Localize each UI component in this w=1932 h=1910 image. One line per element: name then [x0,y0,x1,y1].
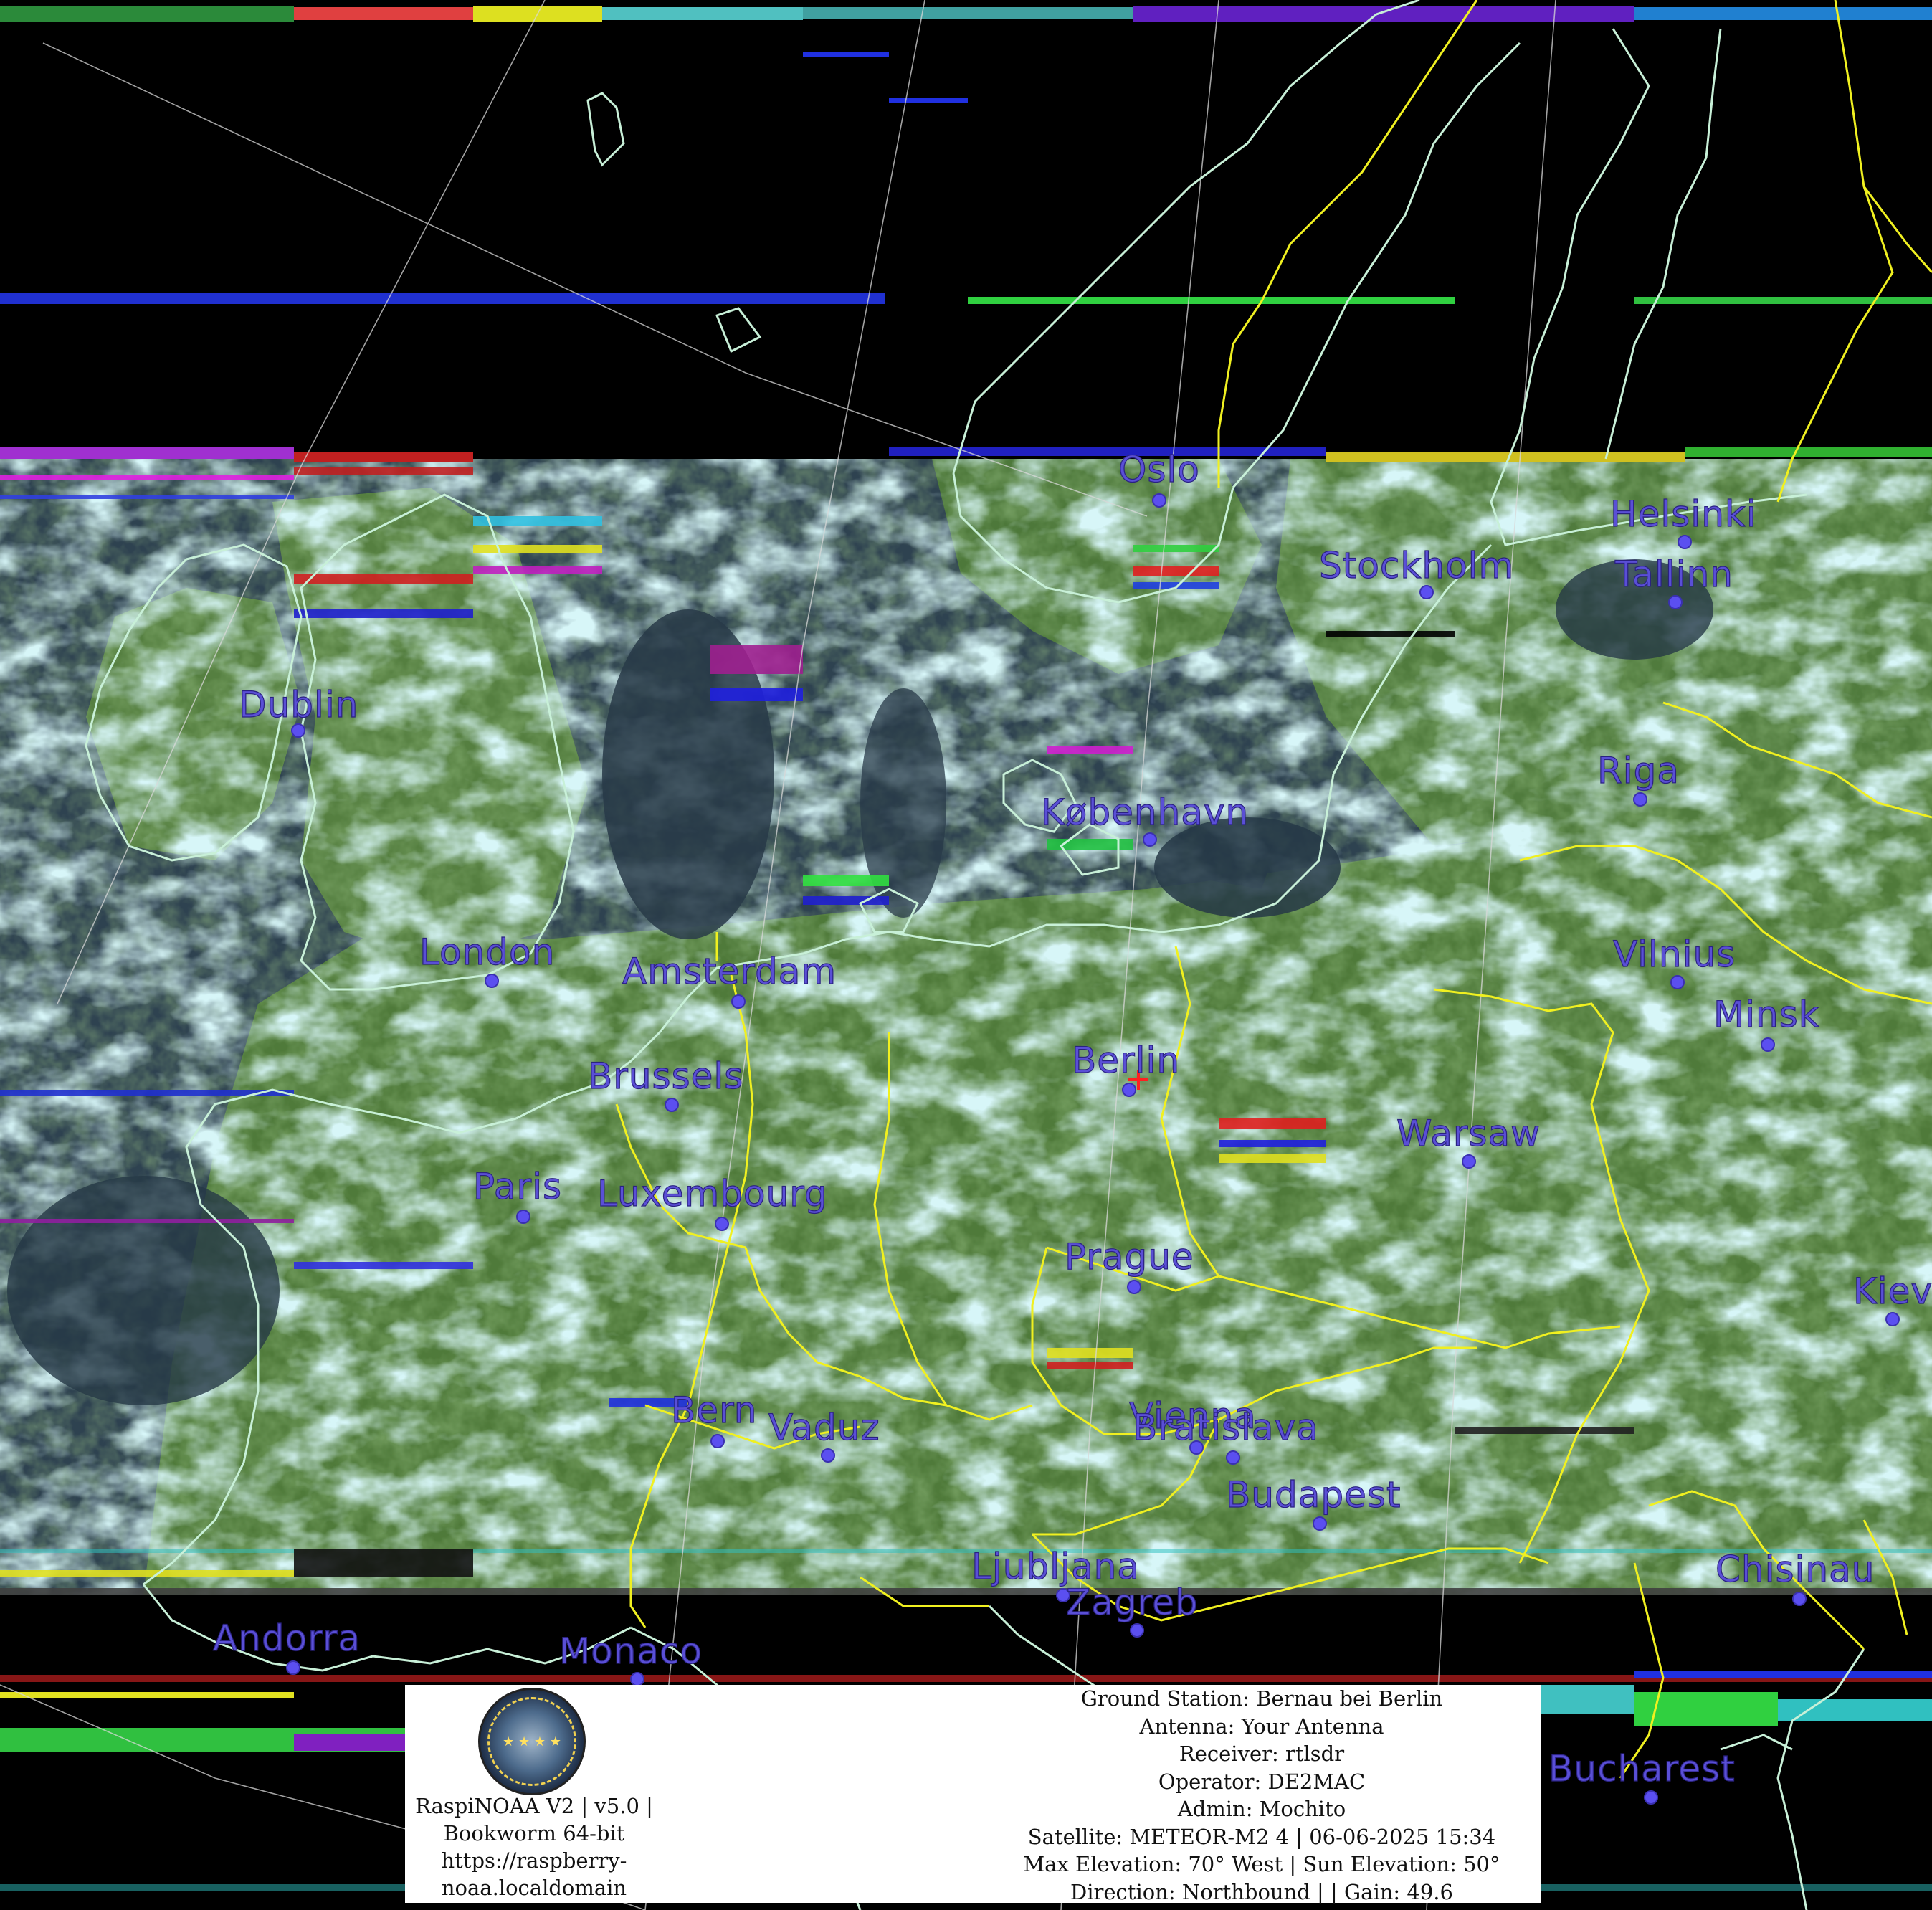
direction-gain-line: Direction: Northbound | | Gain: 49.6 [1070,1879,1453,1904]
city-label: Chisinau [1716,1549,1875,1590]
city-label: Kiev [1853,1270,1932,1312]
software-line: RaspiNOAA V2 | v5.0 | [415,1794,653,1818]
city-label: Prague [1065,1236,1194,1278]
city-label: Dublin [239,684,358,726]
city-marker [1761,1037,1775,1052]
city-label: Riga [1597,750,1680,792]
city-marker [1885,1312,1900,1326]
city-label: Brussels [588,1055,743,1097]
satellite-line: Satellite: METEOR-M2 4 | 06-06-2025 15:3… [1027,1824,1496,1849]
city-marker [665,1098,679,1112]
city-label: Luxembourg [597,1173,828,1215]
software-line: Bookworm 64-bit [443,1821,625,1845]
satellite-swath [0,459,1932,1595]
city-label: Warsaw [1396,1113,1541,1154]
city-marker [1644,1790,1658,1805]
city-label: Tallinn [1614,553,1733,595]
city-marker [731,994,746,1009]
city-label: Helsinki [1610,493,1757,535]
antenna-line: Antenna: Your Antenna [1139,1714,1384,1739]
satellite-map: Oslo Stockholm Helsinki Tallinn Dublin Riga Kø… [0,0,1932,1910]
city-marker [1226,1450,1240,1465]
raspinoaa-logo-icon: ★ ★ ★ ★ [478,1688,586,1795]
city-label: Budapest [1226,1474,1402,1516]
city-marker [1633,792,1647,807]
city-marker [1462,1154,1476,1169]
city-label: Bucharest [1548,1748,1736,1790]
software-line: https://raspberry- [441,1848,627,1873]
city-marker [1122,1083,1136,1097]
city-marker [1678,535,1692,549]
city-marker [710,1434,725,1448]
city-label: Minsk [1713,994,1820,1035]
city-marker [1152,493,1166,508]
city-label: Andorra [213,1617,361,1659]
city-marker [1792,1592,1807,1606]
city-label: Vaduz [768,1407,880,1448]
city-marker [630,1672,644,1686]
city-label: Bern [671,1389,757,1431]
city-label: London [419,931,555,973]
software-line: noaa.localdomain [441,1876,627,1900]
city-label: Stockholm [1319,545,1514,586]
city-marker [485,974,499,988]
city-label: Zagreb [1066,1582,1199,1623]
city-label: Bratislava [1133,1407,1319,1448]
city-label: Oslo [1118,449,1200,490]
city-marker [1419,585,1434,599]
city-label: Berlin [1072,1040,1180,1081]
admin-line: Admin: Mochito [1177,1797,1346,1821]
city-marker [1313,1516,1327,1531]
city-label: Paris [473,1166,562,1207]
city-label: Monaco [559,1630,703,1672]
city-marker [715,1217,729,1231]
elevation-line: Max Elevation: 70° West | Sun Elevation:… [1023,1852,1500,1876]
software-info: RaspiNOAA V2 | v5.0 | Bookworm 64-bit ht… [405,1792,663,1901]
city-marker [1130,1623,1144,1638]
city-marker [516,1210,530,1224]
city-marker [286,1660,300,1675]
info-panel: ★ ★ ★ ★ RaspiNOAA V2 | v5.0 | Bookworm 6… [405,1685,1541,1906]
city-marker [1127,1280,1141,1294]
city-label: København [1041,792,1249,833]
city-marker [1143,832,1157,847]
receiver-line: Receiver: rtlsdr [1179,1742,1345,1766]
city-marker [1668,595,1683,609]
station-info: Ground Station: Bernau bei Berlin Antenn… [982,1685,1541,1906]
operator-line: Operator: DE2MAC [1158,1769,1366,1794]
city-label: Vilnius [1613,933,1736,975]
city-label: Amsterdam [622,951,837,992]
city-marker [291,723,305,738]
city-marker [1670,975,1685,989]
city-marker [821,1448,835,1463]
ground-station-line: Ground Station: Bernau bei Berlin [1080,1686,1443,1711]
